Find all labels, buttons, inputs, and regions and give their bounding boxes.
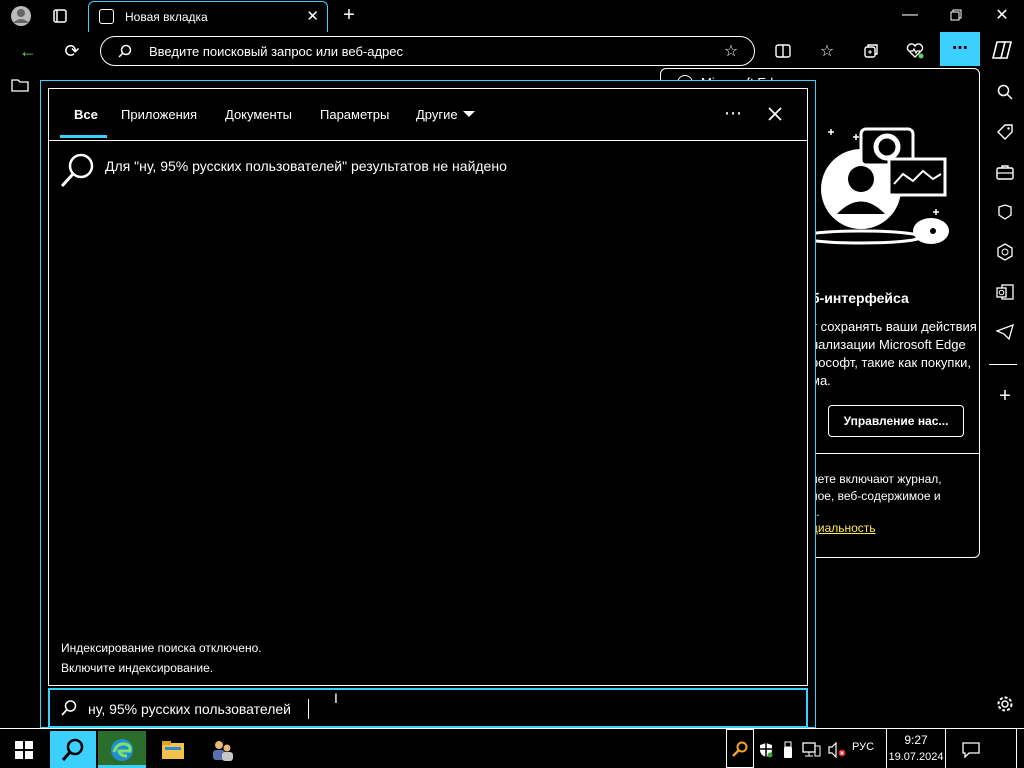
more-dropdown-chevron-icon[interactable] — [463, 111, 475, 117]
usb-device-icon[interactable] — [778, 731, 798, 768]
add-sidebar-app-icon[interactable]: + — [991, 382, 1019, 410]
refresh-icon[interactable]: ⟳ — [60, 40, 84, 62]
input-language-indicator[interactable]: РУС — [852, 741, 874, 753]
workspaces-icon[interactable] — [50, 6, 70, 26]
indexing-disabled-text: Индексирование поиска отключено. — [61, 641, 262, 655]
taskbar: РУС 9:27 19.07.2024 — [0, 728, 1024, 768]
search-options-ellipsis-icon[interactable]: ⋯ — [720, 102, 746, 124]
search-close-icon[interactable] — [762, 102, 788, 126]
manage-settings-button[interactable]: Управление нас... — [828, 405, 964, 437]
search-query-input[interactable]: ну, 95% русских пользователей — [88, 701, 291, 717]
privacy-link[interactable]: циальность — [811, 521, 876, 535]
back-arrow-icon[interactable]: ← — [16, 40, 40, 62]
panel-body-line: нализации Microsoft Edge — [811, 337, 966, 352]
new-tab-plus-icon[interactable]: + — [338, 4, 360, 26]
tab-documents[interactable]: Документы — [225, 107, 292, 122]
start-button[interactable] — [0, 731, 48, 768]
tab-close-icon[interactable]: ✕ — [306, 7, 319, 25]
favorite-star-icon[interactable]: ☆ — [721, 41, 741, 61]
clock-time: 9:27 — [904, 733, 928, 747]
taskbar-explorer-button[interactable] — [150, 731, 196, 768]
window-close-icon[interactable]: ✕ — [990, 4, 1014, 26]
defender-shield-icon[interactable] — [756, 731, 776, 768]
tabs-divider — [49, 140, 807, 141]
outlook-icon[interactable] — [991, 278, 1019, 306]
games-icon[interactable] — [991, 198, 1019, 226]
new-tab-favicon-icon — [99, 9, 114, 24]
taskbar-search-icon — [61, 738, 84, 761]
tab-new-tab[interactable]: Новая вкладка ✕ — [88, 1, 328, 32]
panel-footer-line: нете включают журнал, — [811, 472, 942, 486]
enable-indexing-link[interactable]: Включите индексирование. — [61, 661, 213, 675]
panel-footer-line: ное, веб-содержимое и — [811, 489, 941, 503]
tab-more[interactable]: Другие — [416, 107, 458, 122]
favorites-icon[interactable]: ☆ — [816, 40, 838, 62]
browser-toolbar: ← ⟳ Введите поисковый запрос или веб-адр… — [0, 32, 1024, 70]
shopping-tag-icon[interactable] — [991, 118, 1019, 146]
text-caret — [308, 699, 309, 719]
address-search-icon — [117, 43, 133, 59]
telegram-send-icon[interactable] — [991, 318, 1019, 346]
more-dots-icon: ⋯ — [952, 40, 968, 57]
search-input-box[interactable]: ну, 95% русских пользователей — [48, 688, 808, 728]
sidebar-settings-gear-icon[interactable] — [991, 690, 1019, 718]
manage-settings-label: Управление нас... — [843, 414, 949, 428]
tools-briefcase-icon[interactable] — [991, 158, 1019, 186]
search-results-panel — [48, 88, 808, 686]
windows-logo-icon — [15, 741, 33, 759]
address-input[interactable]: Введите поисковый запрос или веб-адрес — [149, 44, 403, 59]
address-bar[interactable]: Введите поисковый запрос или веб-адрес ☆ — [100, 36, 755, 66]
folder-icon[interactable] — [10, 76, 30, 94]
settings-and-more-button[interactable]: ⋯ — [940, 32, 980, 66]
browser-essentials-icon[interactable] — [904, 40, 926, 62]
minimize-icon[interactable]: — — [898, 4, 922, 26]
panel-body-line: т сохранять ваши действия — [811, 319, 977, 334]
edge-sidebar: + — [986, 70, 1024, 720]
file-explorer-icon — [162, 741, 184, 759]
taskbar-search-button[interactable] — [50, 731, 96, 768]
no-results-search-icon — [60, 152, 96, 188]
search-box-icon — [60, 699, 80, 719]
tray-search-button[interactable] — [726, 729, 754, 768]
users-app-icon — [213, 741, 233, 761]
tab-all[interactable]: Все — [74, 107, 98, 122]
tab-settings[interactable]: Параметры — [320, 107, 389, 122]
split-screen-icon[interactable] — [772, 40, 794, 62]
panel-heading: б-интерфейса — [811, 290, 909, 306]
browser-tab-bar: Новая вкладка ✕ + — ✕ — [0, 0, 1024, 32]
sidebar-divider — [989, 364, 1017, 365]
tray-magnifier-icon — [732, 741, 748, 757]
tab-title: Новая вкладка — [125, 10, 208, 24]
collections-icon[interactable] — [860, 40, 882, 62]
mouse-ibeam-cursor-icon: I — [334, 690, 338, 706]
show-desktop-button[interactable] — [1016, 729, 1024, 768]
edge-browser-icon — [111, 739, 133, 761]
search-sidebar-icon[interactable] — [991, 78, 1019, 106]
clock-date: 19.07.2024 — [888, 751, 944, 763]
notifications-icon[interactable] — [956, 731, 986, 768]
restore-icon[interactable] — [944, 4, 968, 26]
taskbar-edge-button[interactable] — [98, 731, 146, 768]
network-icon[interactable] — [800, 731, 824, 768]
no-results-message: Для "ну, 95% русских пользователей" резу… — [105, 158, 507, 174]
copilot-icon[interactable] — [990, 38, 1014, 62]
taskbar-users-button[interactable] — [200, 731, 246, 768]
privacy-illustration-icon — [801, 127, 949, 245]
volume-muted-icon[interactable] — [826, 731, 848, 768]
profile-avatar-icon[interactable] — [8, 4, 34, 28]
tab-apps[interactable]: Приложения — [121, 107, 197, 122]
panel-body-line: рософт, такие как покупки, — [811, 355, 972, 370]
microsoft-365-icon[interactable] — [991, 238, 1019, 266]
tab-all-underline — [60, 135, 107, 138]
